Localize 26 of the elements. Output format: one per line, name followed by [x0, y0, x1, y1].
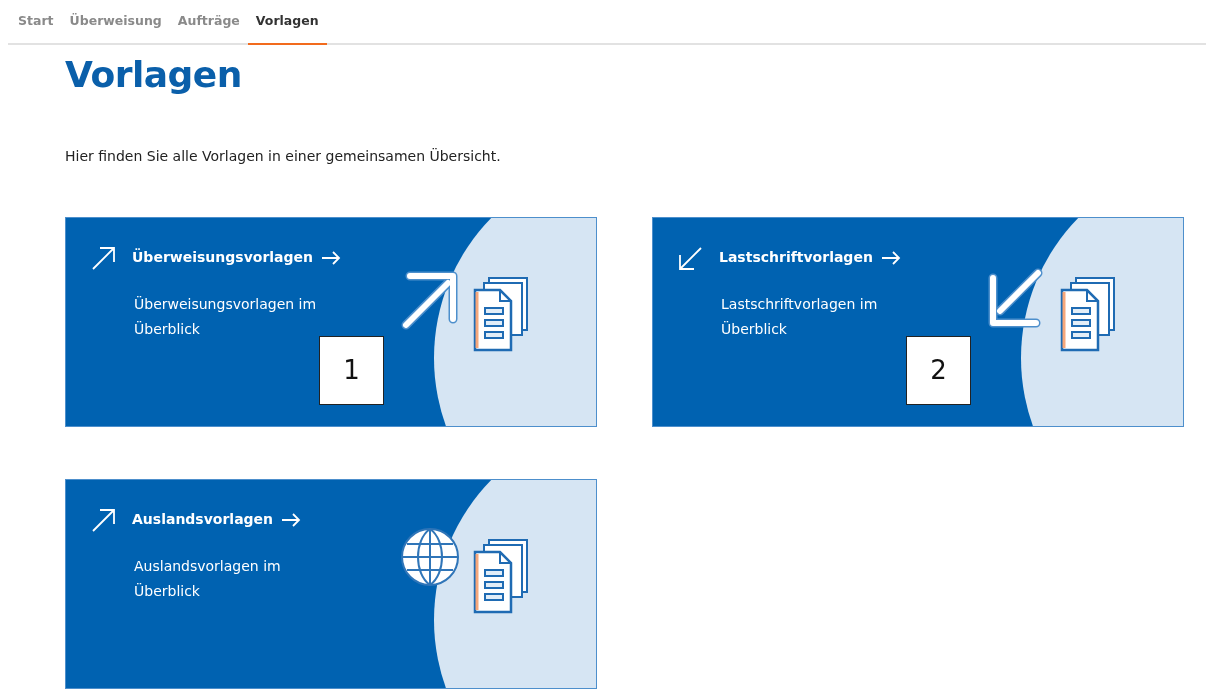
arrow-right-icon	[321, 250, 341, 265]
nav-tab[interactable]: Aufträge	[169, 0, 248, 45]
arrow-right-icon	[880, 250, 901, 265]
arrow-icon	[401, 271, 458, 330]
number-label: 1	[319, 335, 384, 405]
documents-icon	[1060, 276, 1115, 352]
globe-icon	[401, 527, 459, 586]
nav-tab[interactable]: Überweisung	[61, 0, 170, 45]
card-title-link[interactable]: Überweisungsvorlagen	[132, 247, 341, 269]
template-card[interactable]: Auslandsvorlagen Auslandsvorlagen im Überblick	[65, 478, 597, 689]
arrow-icon	[988, 268, 1043, 328]
card-description: Auslandsvorlagen im Überblick	[134, 556, 282, 601]
nav-tab[interactable]: Start	[10, 0, 62, 45]
template-card[interactable]: Überweisungsvorlagen Überweisungsvorlagen im Überblick 1	[65, 216, 597, 427]
card-title-link[interactable]: Auslandsvorlagen	[132, 509, 302, 531]
page-heading: Vorlagen	[65, 52, 243, 96]
nav-tab[interactable]: Vorlagen	[247, 0, 327, 45]
intro-text: Hier finden Sie alle Vorlagen in einer gemeinsamen Übersicht.	[65, 146, 502, 166]
documents-icon	[473, 276, 528, 352]
arrow-right-icon	[281, 512, 302, 527]
template-card[interactable]: Lastschriftvorlagen Lastschriftvorlagen im Überblick 2	[652, 216, 1184, 427]
card-title-link[interactable]: Lastschriftvorlagen	[719, 247, 901, 269]
card-description: Lastschriftvorlagen im Überblick	[721, 294, 879, 339]
documents-icon	[473, 538, 528, 614]
number-label: 2	[906, 335, 971, 405]
card-description: Überweisungsvorlagen im Überblick	[134, 294, 318, 339]
